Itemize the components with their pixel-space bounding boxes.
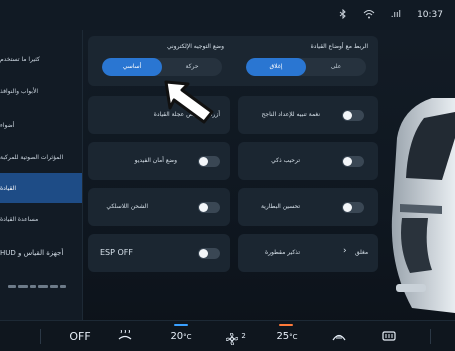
smart-welcome-label: ترحيب ذكي bbox=[271, 157, 300, 164]
reset-sound-toggle[interactable] bbox=[342, 110, 364, 121]
bluetooth-icon bbox=[339, 8, 347, 22]
trailer-reminder-row[interactable]: تذكير مقطورة مغلق › bbox=[238, 234, 378, 272]
signal-indicator: .ııl bbox=[390, 10, 402, 20]
trailer-reminder-value: مغلق bbox=[355, 249, 369, 256]
left-temperature[interactable]: 20°C bbox=[158, 321, 204, 351]
rear-defrost-button[interactable] bbox=[372, 321, 406, 351]
sidebar-item-frequently-used[interactable]: كثيرا ما تستخدم bbox=[0, 48, 82, 70]
fan-icon bbox=[225, 332, 241, 346]
sidebar-item-instruments-hud[interactable]: أجهزة القياس و HUD bbox=[0, 242, 82, 264]
video-safe-toggle[interactable] bbox=[198, 156, 220, 167]
climate-bar: OFF 20°C 2 25°C bbox=[0, 320, 455, 351]
reset-sound-row: نغمة تنبيه للإعداد الناجح bbox=[238, 96, 378, 134]
chevron-right-icon: › bbox=[343, 246, 347, 256]
drive-link-selector[interactable]: إغلاق على bbox=[246, 58, 366, 76]
driving-settings-panel: وضع التوجيه الإلكتروني أساسي حركة الربط … bbox=[88, 36, 378, 311]
wireless-charging-label: الشحن اللاسلكي bbox=[106, 203, 148, 210]
wifi-icon bbox=[363, 9, 375, 22]
climate-off-button[interactable]: OFF bbox=[60, 321, 100, 351]
front-defrost-button[interactable] bbox=[322, 321, 356, 351]
esp-toggle[interactable] bbox=[198, 248, 220, 259]
front-defrost-icon bbox=[331, 331, 347, 342]
wireless-charging-row: الشحن اللاسلكي bbox=[88, 188, 230, 226]
steering-option-sport[interactable]: حركة bbox=[162, 58, 222, 76]
fan-speed-button[interactable]: 2 bbox=[218, 321, 254, 351]
status-bar: .ııl 10:37 bbox=[0, 0, 455, 30]
battery-improve-row: تحسين البطارية bbox=[238, 188, 378, 226]
esp-label: ESP OFF bbox=[100, 248, 133, 257]
reset-sound-label: نغمة تنبيه للإعداد الناجح bbox=[261, 111, 320, 118]
clock: 10:37 bbox=[417, 10, 443, 20]
car-infotainment-screen: .ııl 10:37 كثيرا ما تستخدم الأبواب والنو… bbox=[0, 0, 455, 351]
rear-defrost-icon bbox=[381, 331, 397, 342]
pointer-arrow-icon bbox=[164, 80, 214, 124]
video-safe-row: وضع أمان الفيديو bbox=[88, 142, 230, 180]
drive-link-title: الربط مع أوضاع القيادة bbox=[310, 43, 368, 50]
smart-welcome-toggle[interactable] bbox=[342, 156, 364, 167]
sidebar-item-lights[interactable]: أضواء bbox=[0, 114, 82, 136]
drive-link-option-on[interactable]: على bbox=[306, 58, 366, 76]
right-temperature[interactable]: 25°C bbox=[264, 321, 310, 351]
seat-heat-button[interactable] bbox=[108, 321, 142, 351]
wireless-charging-toggle[interactable] bbox=[198, 202, 220, 213]
sidebar-item-driving[interactable]: القيادة bbox=[0, 173, 82, 203]
seat-heat-icon bbox=[116, 329, 134, 342]
mode-selection-card: وضع التوجيه الإلكتروني أساسي حركة الربط … bbox=[88, 36, 378, 86]
battery-improve-label: تحسين البطارية bbox=[260, 203, 300, 210]
brand-logo bbox=[8, 282, 70, 290]
drive-link-option-off[interactable]: إغلاق bbox=[246, 58, 306, 76]
trailer-reminder-label: تذكير مقطورة bbox=[264, 249, 300, 256]
steering-option-basic[interactable]: أساسي bbox=[102, 58, 162, 76]
sidebar-item-doors-windows[interactable]: الأبواب والنوافذ bbox=[0, 80, 82, 102]
steering-mode-title: وضع التوجيه الإلكتروني bbox=[166, 43, 224, 50]
esp-row: ESP OFF bbox=[88, 234, 230, 272]
smart-welcome-row: ترحيب ذكي bbox=[238, 142, 378, 180]
sidebar-item-driving-assist[interactable]: مساعدة القيادة bbox=[0, 208, 82, 230]
steering-mode-selector[interactable]: أساسي حركة bbox=[102, 58, 222, 76]
vehicle-image bbox=[391, 98, 455, 313]
battery-improve-toggle[interactable] bbox=[342, 202, 364, 213]
video-safe-label: وضع أمان الفيديو bbox=[134, 157, 177, 164]
sidebar-item-sound-effects[interactable]: المؤثرات الصوتية للمركبة bbox=[0, 146, 82, 168]
sidebar: كثيرا ما تستخدم الأبواب والنوافذ أضواء ا… bbox=[0, 30, 83, 320]
